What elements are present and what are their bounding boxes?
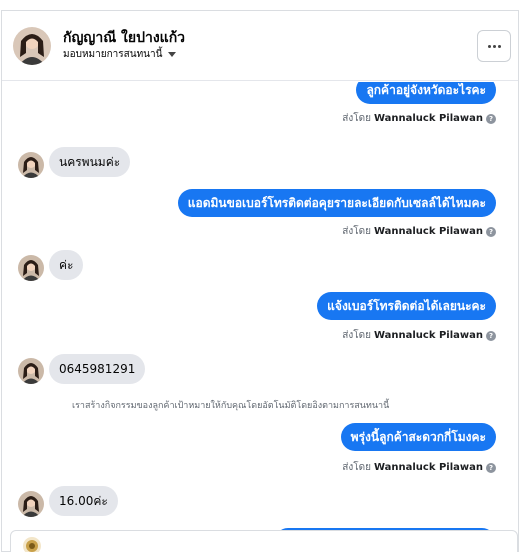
sent-by-agent: Wannaluck Pilawan <box>373 462 483 473</box>
incoming-message: นครพนมค่ะ <box>49 147 131 177</box>
customer-avatar <box>18 491 44 517</box>
conversation-header: กัญญาณี ใยปางแก้ว มอบหมายการสนทนานี้ <box>2 11 518 81</box>
incoming-message: ค่ะ <box>49 250 84 280</box>
customer-avatar <box>18 358 44 384</box>
sent-by-agent: Wannaluck Pilawan <box>373 113 483 124</box>
outgoing-message: ลูกค้าอยู่จังหวัดอะไรคะ <box>356 82 496 104</box>
customer-avatar <box>18 255 44 281</box>
outgoing-message: แอดมินขอเบอร์โทรติดต่อคุยรายละเอียดกับเซ… <box>177 189 496 217</box>
help-icon[interactable]: ? <box>486 226 496 237</box>
outgoing-message: แจ้งเบอร์โทรติดต่อได้เลยนะคะ <box>317 292 496 320</box>
sent-by-prefix: ส่งโดย <box>342 462 371 473</box>
conversation-panel: กัญญาณี ใยปางแก้ว มอบหมายการสนทนานี้ ลูก… <box>1 10 519 552</box>
contact-avatar[interactable] <box>13 27 51 65</box>
system-note: เราสร้างกิจกรรมของลูกค้าเป้าหมายให้กับคุ… <box>72 401 390 411</box>
outgoing-message: พรุ่งนี้ลูกค้าสะดวกกี่โมงคะ <box>340 423 496 451</box>
more-horizontal-icon <box>487 44 501 48</box>
page-avatar <box>23 537 41 552</box>
incoming-message: 16.00ค่ะ <box>49 486 118 516</box>
assign-conversation-dropdown[interactable]: มอบหมายการสนทนานี้ <box>63 47 177 62</box>
sent-by-line: ส่งโดย Wannaluck Pilawan ? <box>342 460 496 475</box>
caret-down-icon <box>168 52 177 57</box>
help-icon[interactable]: ? <box>486 330 496 341</box>
assign-label: มอบหมายการสนทนานี้ <box>63 49 163 60</box>
contact-name: กัญญาณี ใยปางแก้ว <box>63 30 186 46</box>
help-icon[interactable]: ? <box>486 462 496 473</box>
sent-by-prefix: ส่งโดย <box>342 330 371 341</box>
message-thread[interactable]: ลูกค้าอยู่จังหวัดอะไรคะ ส่งโดย Wannaluck… <box>2 82 518 541</box>
customer-avatar <box>18 152 44 178</box>
more-options-button[interactable] <box>477 30 511 62</box>
reply-composer[interactable] <box>10 530 518 552</box>
sent-by-agent: Wannaluck Pilawan <box>373 226 483 237</box>
help-icon[interactable]: ? <box>486 113 496 124</box>
sent-by-agent: Wannaluck Pilawan <box>373 330 483 341</box>
sent-by-line: ส่งโดย Wannaluck Pilawan ? <box>342 111 496 126</box>
sent-by-line: ส่งโดย Wannaluck Pilawan ? <box>342 224 496 239</box>
sent-by-prefix: ส่งโดย <box>342 226 371 237</box>
incoming-message: 0645981291 <box>49 354 146 384</box>
sent-by-line: ส่งโดย Wannaluck Pilawan ? <box>342 328 496 343</box>
sent-by-prefix: ส่งโดย <box>342 113 371 124</box>
